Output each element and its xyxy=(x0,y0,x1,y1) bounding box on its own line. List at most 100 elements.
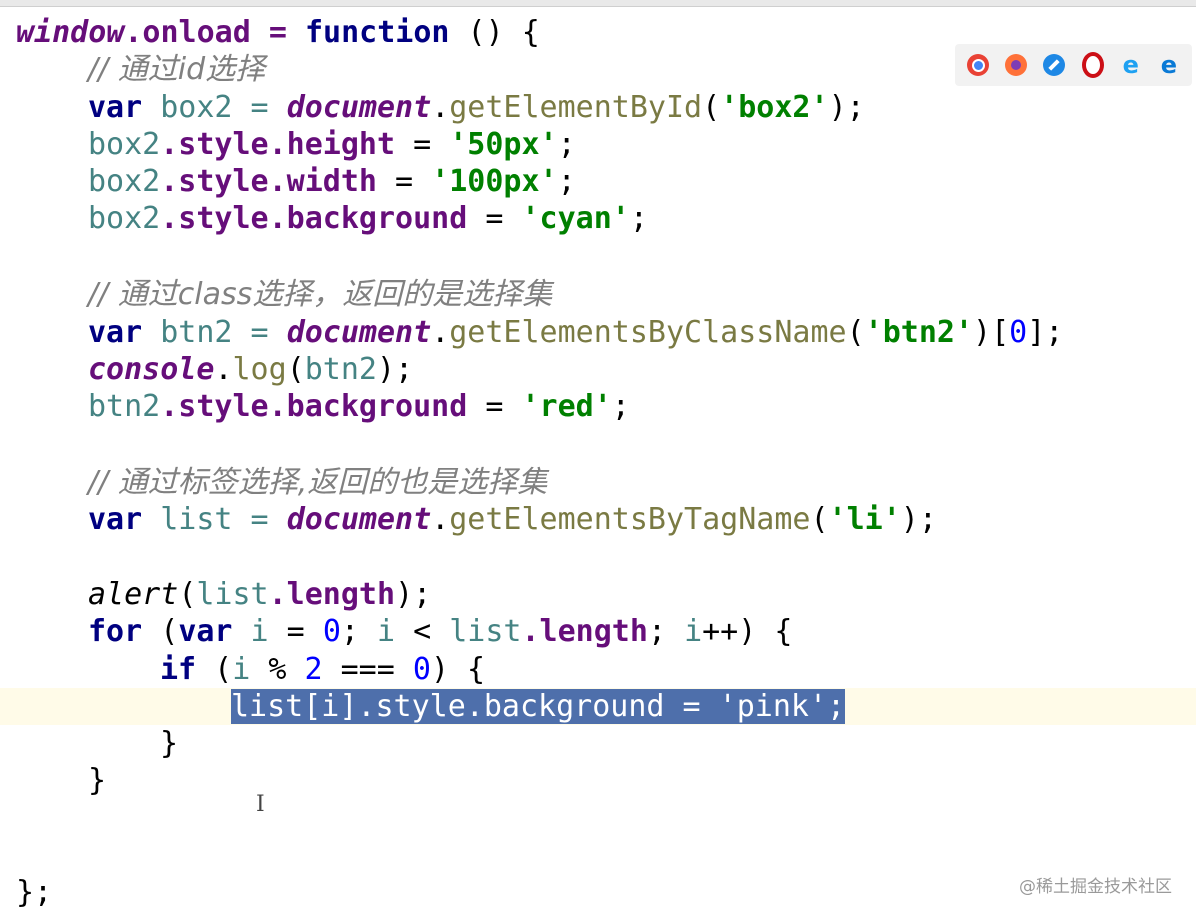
code-line-8[interactable]: // 通过class选择，返回的是选择集 xyxy=(88,276,552,313)
code-line-3[interactable]: var box2 = document.getElementById('box2… xyxy=(88,89,865,126)
watermark: @稀土掘金技术社区 xyxy=(1019,877,1172,897)
code-line-20[interactable]: } xyxy=(160,725,178,762)
token-btn2: btn2 xyxy=(304,352,377,387)
token-open: ( xyxy=(702,90,721,125)
token-var: var xyxy=(88,90,143,125)
token-close: ) { xyxy=(430,652,486,687)
token-var: var xyxy=(88,502,143,537)
token-semicolon: ; xyxy=(557,127,576,162)
code-line-11[interactable]: btn2.style.background = 'red'; xyxy=(88,388,630,425)
token-open: ( xyxy=(196,652,233,687)
edge-icon[interactable]: e xyxy=(1158,51,1180,79)
token-dot: . xyxy=(214,352,233,387)
token-string: 'btn2' xyxy=(864,315,974,350)
code-line-6[interactable]: box2.style.background = 'cyan'; xyxy=(88,200,648,237)
selected-code[interactable]: list[i].style.background = 'pink'; xyxy=(231,689,846,724)
token-box2: box2 xyxy=(88,164,161,199)
token-close: ]; xyxy=(1027,315,1064,350)
code-line-19-current[interactable]: list[i].style.background = 'pink'; xyxy=(0,688,1196,725)
code-line-24[interactable]: }; xyxy=(16,874,52,911)
token-brace: } xyxy=(88,763,107,798)
token-semicolon: ; xyxy=(611,389,630,424)
opera-icon[interactable] xyxy=(1081,52,1104,78)
token-var: var xyxy=(178,614,233,649)
token-document: document xyxy=(286,502,432,537)
comment-class-select: // 通过class选择，返回的是选择集 xyxy=(88,277,553,312)
token-close: ); xyxy=(900,502,937,537)
token-number: 0 xyxy=(412,652,431,687)
token-box2: box2 xyxy=(88,201,161,236)
token-prop: .style.background xyxy=(160,389,468,424)
safari-icon[interactable] xyxy=(1043,54,1066,76)
token-close: ); xyxy=(395,577,432,612)
token-increment: ++) { xyxy=(702,614,793,649)
token-dot: . xyxy=(431,315,450,350)
code-line-1[interactable]: window.onload = function () { xyxy=(16,14,540,51)
token-semicolon: ; xyxy=(340,614,377,649)
token-length: .length xyxy=(268,577,396,612)
token-string: 'box2' xyxy=(720,90,829,125)
token-method: log xyxy=(232,352,287,387)
token-brace: }; xyxy=(16,875,53,910)
code-line-5[interactable]: box2.style.width = '100px'; xyxy=(88,163,576,200)
token-method: getElementById xyxy=(449,90,703,125)
token-if: if xyxy=(160,652,197,687)
code-line-4[interactable]: box2.style.height = '50px'; xyxy=(88,126,576,163)
token-i: i xyxy=(232,652,251,687)
ie-icon[interactable]: e xyxy=(1120,51,1142,79)
token-string: '100px' xyxy=(431,164,558,199)
token-for: for xyxy=(88,614,143,649)
token-mod: % xyxy=(250,652,305,687)
token-number: 0 xyxy=(322,614,341,649)
code-line-13[interactable]: // 通过标签选择,返回的也是选择集 xyxy=(88,464,547,501)
token-string: 'red' xyxy=(521,389,612,424)
token-prop: .style.width xyxy=(160,164,377,199)
firefox-icon[interactable] xyxy=(1005,54,1028,76)
chrome-icon[interactable] xyxy=(967,54,990,76)
token-document: document xyxy=(286,90,432,125)
token-eq: = xyxy=(395,127,450,162)
token-bracket: )[ xyxy=(973,315,1010,350)
token-document: document xyxy=(286,315,432,350)
code-line-17[interactable]: for (var i = 0; i < list.length; i++) { xyxy=(88,613,792,650)
token-open: ( xyxy=(142,614,179,649)
token-eq: = xyxy=(377,164,432,199)
code-line-2[interactable]: // 通过id选择 xyxy=(88,51,265,88)
token-function: function xyxy=(305,15,450,50)
token-btn2: btn2 xyxy=(88,389,161,424)
token-eq: = xyxy=(268,614,323,649)
code-line-21[interactable]: } xyxy=(88,762,106,799)
token-string: '50px' xyxy=(449,127,558,162)
code-line-18[interactable]: if (i % 2 === 0) { xyxy=(160,651,485,688)
code-line-10[interactable]: console.log(btn2); xyxy=(88,351,413,388)
token-list: list = xyxy=(142,502,287,537)
browser-preview-toolbar: e e xyxy=(955,44,1192,86)
token-alert: alert xyxy=(88,577,179,612)
token-brace: } xyxy=(160,726,179,761)
window-top-border xyxy=(0,0,1196,7)
comment-tag-select: // 通过标签选择,返回的也是选择集 xyxy=(88,465,548,500)
code-line-9[interactable]: var btn2 = document.getElementsByClassNa… xyxy=(88,314,1063,351)
token-i: i xyxy=(232,614,269,649)
token-open: ( xyxy=(846,315,865,350)
token-i: i xyxy=(377,614,396,649)
token-close: ); xyxy=(377,352,414,387)
token-method: getElementsByTagName xyxy=(449,502,811,537)
token-onload: .onload = xyxy=(124,15,305,50)
token-number: 0 xyxy=(1009,315,1028,350)
token-i: i xyxy=(684,614,703,649)
token-lt: < xyxy=(395,614,450,649)
token-strict-eq: === xyxy=(322,652,413,687)
token-open: ( xyxy=(810,502,829,537)
code-editor[interactable]: window.onload = function () { // 通过id选择 … xyxy=(0,14,1196,918)
token-semicolon: ; xyxy=(629,201,648,236)
code-line-16[interactable]: alert(list.length); xyxy=(88,576,431,613)
token-list: list xyxy=(196,577,269,612)
token-eq: = xyxy=(467,201,522,236)
token-close: ); xyxy=(828,90,865,125)
token-dot: . xyxy=(431,90,450,125)
code-line-14[interactable]: var list = document.getElementsByTagName… xyxy=(88,501,937,538)
token-eq: = xyxy=(467,389,522,424)
comment-id-select: // 通过id选择 xyxy=(88,52,266,87)
token-window: window xyxy=(16,15,125,50)
